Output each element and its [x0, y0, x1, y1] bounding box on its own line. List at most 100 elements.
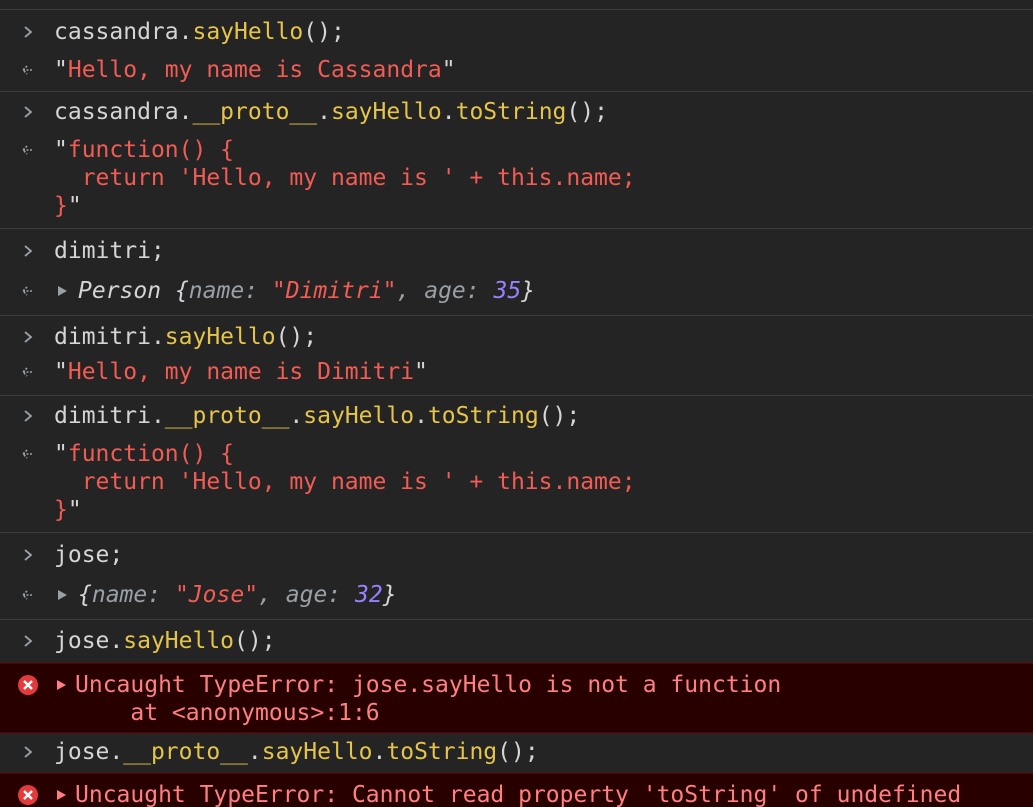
code-method: sayHello — [192, 19, 304, 45]
chevron-right-icon — [16, 18, 40, 46]
error-circle-icon — [16, 671, 40, 699]
quote: " — [414, 359, 428, 385]
devtools-console: cassandra.sayHello(); "Hello, my name is… — [0, 0, 1033, 807]
prop-value: 35 — [493, 278, 522, 304]
code-method: toString — [386, 739, 498, 765]
string-value: Hello, my name is Cassandra — [67, 57, 442, 83]
console-output-row: "Hello, my name is Dimitri" — [0, 357, 1033, 396]
code-method: sayHello — [123, 628, 235, 654]
chevron-right-icon — [16, 237, 40, 265]
return-arrow-icon — [16, 136, 40, 164]
code-punct: . — [109, 739, 124, 765]
prop-value: "Dimitri" — [271, 278, 397, 304]
string-value: Hello, my name is Dimitri — [67, 359, 415, 385]
console-input-row[interactable]: dimitri; — [0, 229, 1033, 273]
console-top-edge — [0, 0, 1033, 10]
string-value: function() { — [67, 137, 235, 163]
output-string-line: }" — [54, 192, 1033, 220]
console-output-row[interactable]: {name: "Jose", age: 32} — [0, 577, 1033, 620]
code-method: sayHello — [330, 99, 442, 125]
return-arrow-icon — [16, 56, 40, 84]
console-output-row: " function() { return 'Hello, my name is … — [0, 135, 1033, 229]
quote: " — [67, 193, 82, 219]
prop-key: age — [424, 278, 466, 304]
output-string: "Hello, my name is Dimitri" — [54, 358, 1033, 386]
error-circle-icon — [16, 781, 40, 807]
input-code: jose.__proto__.sayHello.toString(); — [54, 738, 1033, 766]
return-arrow-icon — [16, 581, 40, 609]
quote: " — [54, 359, 68, 385]
prop-value: 32 — [355, 582, 383, 608]
console-input-row[interactable]: dimitri.sayHello(); — [0, 316, 1033, 357]
input-code: jose.sayHello(); — [54, 627, 1033, 655]
console-output-row: "function() { return 'Hello, my name is … — [0, 438, 1033, 533]
console-input-row[interactable]: dimitri.__proto__.sayHello.toString(); — [0, 396, 1033, 438]
code-punct: . — [441, 99, 456, 125]
triangle-right-icon[interactable] — [57, 581, 68, 609]
code-object: jose — [54, 628, 110, 654]
input-code: cassandra.__proto__.sayHello.toString(); — [54, 98, 1033, 126]
console-error-row[interactable]: Uncaught TypeError: jose.sayHello is not… — [0, 663, 1033, 733]
code-punct: (); — [275, 324, 318, 350]
colon: : — [327, 582, 355, 608]
quote: " — [54, 57, 68, 83]
console-input-row[interactable]: cassandra.sayHello(); — [0, 10, 1033, 53]
class-name: Person — [78, 278, 162, 304]
string-value: return 'Hello, my name is ' + this.name; — [54, 165, 636, 191]
string-value: function() { — [67, 441, 235, 467]
code-object: cassandra — [54, 99, 179, 125]
code-property: __proto__ — [164, 403, 290, 429]
code-punct: (); — [538, 403, 581, 429]
return-arrow-icon — [16, 277, 40, 305]
code-object: jose — [54, 739, 110, 765]
output-string-line: "function() { — [54, 440, 1033, 468]
console-output-row[interactable]: Person {name: "Dimitri", age: 35} — [0, 273, 1033, 316]
return-arrow-icon — [16, 358, 40, 386]
chevron-right-icon — [16, 323, 40, 351]
code-punct: . — [414, 403, 428, 429]
chevron-right-icon — [16, 541, 40, 569]
code-method: sayHello — [261, 739, 373, 765]
input-code: dimitri; — [54, 238, 165, 264]
string-value: return 'Hello, my name is ' + this.name; — [54, 469, 636, 495]
prop-value: "Jose" — [174, 582, 259, 608]
code-punct: . — [247, 739, 262, 765]
colon: : — [465, 278, 494, 304]
separator: , — [258, 582, 286, 608]
code-method: sayHello — [164, 324, 276, 350]
code-punct: . — [289, 403, 304, 429]
input-code: dimitri.__proto__.sayHello.toString(); — [54, 402, 1033, 430]
code-punct: . — [150, 403, 165, 429]
object-preview: Person {name: "Dimitri", age: 35} — [78, 277, 1033, 305]
console-input-row[interactable]: jose.sayHello(); — [0, 620, 1033, 663]
triangle-right-icon[interactable] — [57, 277, 68, 305]
output-string: "Hello, my name is Cassandra" — [54, 56, 1033, 84]
error-stack: at <anonymous>:1:6 — [75, 700, 380, 726]
code-punct: . — [150, 324, 165, 350]
triangle-right-icon[interactable] — [56, 671, 67, 699]
code-punct: (); — [234, 628, 276, 654]
chevron-right-icon — [16, 402, 40, 430]
code-punct: . — [178, 99, 193, 125]
code-punct: (); — [303, 19, 345, 45]
code-property: __proto__ — [123, 739, 248, 765]
code-punct: . — [317, 99, 331, 125]
quote: " — [441, 57, 456, 83]
colon: : — [244, 278, 272, 304]
code-punct: (); — [566, 99, 608, 125]
code-method: toString — [427, 403, 539, 429]
code-object: cassandra — [54, 19, 179, 45]
console-error-row[interactable]: Uncaught TypeError: Cannot read property… — [0, 773, 1033, 807]
brace: } — [382, 582, 397, 608]
prop-key: name — [91, 582, 148, 608]
console-input-row[interactable]: jose; — [0, 533, 1033, 577]
console-input-row[interactable]: cassandra.__proto__.sayHello.toString(); — [0, 92, 1033, 135]
triangle-right-icon[interactable] — [56, 781, 67, 807]
separator: , — [396, 278, 425, 304]
console-input-row[interactable]: jose.__proto__.sayHello.toString(); — [0, 733, 1033, 773]
input-code: cassandra.sayHello(); — [54, 18, 1033, 46]
code-punct: . — [372, 739, 387, 765]
object-preview: {name: "Jose", age: 32} — [78, 581, 1033, 609]
prop-key: age — [285, 582, 328, 608]
output-string-line: return 'Hello, my name is ' + this.name; — [54, 468, 1033, 496]
